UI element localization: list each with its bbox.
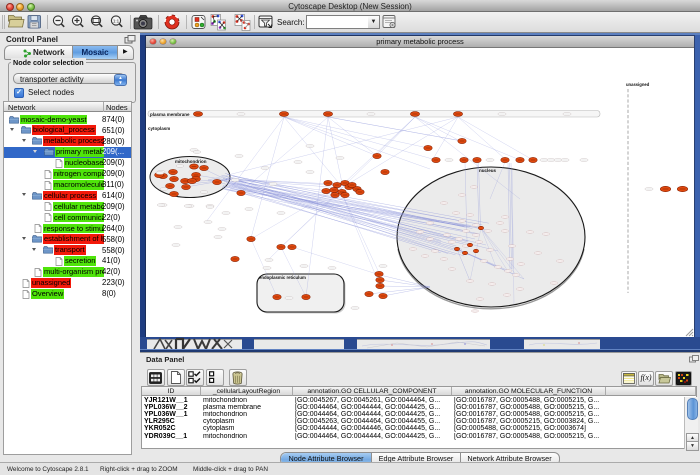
svg-text:unassigned: unassigned xyxy=(626,82,650,87)
svg-text:endoplasmic reticulum: endoplasmic reticulum xyxy=(259,275,306,280)
svg-text:plasma membrane: plasma membrane xyxy=(150,112,190,117)
svg-text:1:1: 1:1 xyxy=(113,19,120,24)
svg-text:cytoplasm: cytoplasm xyxy=(148,126,170,131)
svg-text:mitochondrion: mitochondrion xyxy=(175,159,207,164)
svg-text:nucleus: nucleus xyxy=(479,168,497,173)
